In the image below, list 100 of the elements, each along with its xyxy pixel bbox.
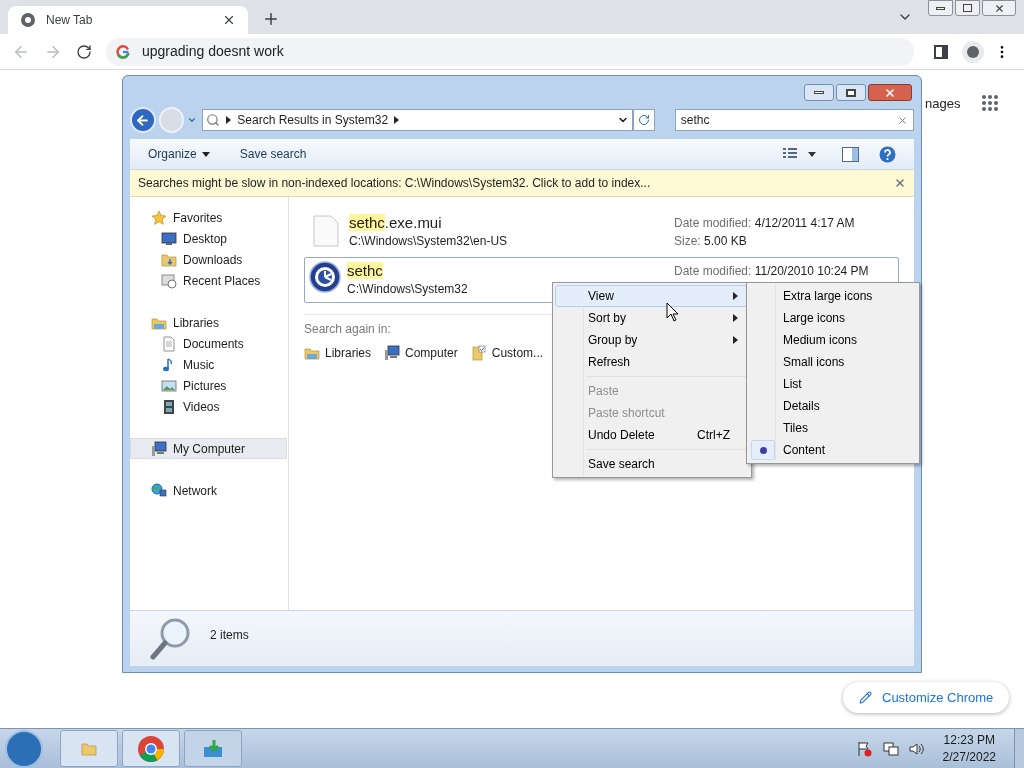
file-name: sethc.exe.mui <box>349 213 442 233</box>
menu-item[interactable]: Refresh <box>555 351 749 373</box>
network-icon <box>151 482 167 499</box>
minimize-button[interactable] <box>928 0 953 16</box>
file-icon <box>313 215 339 247</box>
search-location-link[interactable]: Libraries <box>304 344 372 362</box>
nav-item[interactable]: Desktop <box>130 228 287 249</box>
computer-icon <box>151 440 167 457</box>
install-arrow-icon <box>202 738 224 759</box>
computer-icon <box>384 345 401 361</box>
menu-item[interactable]: View <box>555 285 749 307</box>
history-dropdown-icon <box>187 115 198 125</box>
program-icon <box>309 261 341 293</box>
menu-item[interactable]: Small icons <box>749 351 917 373</box>
recent-places-icon <box>161 272 177 289</box>
taskbar-button[interactable] <box>184 730 242 767</box>
date-modified: Date modified: 4/12/2011 4:17 AM <box>674 215 856 232</box>
nav-item[interactable]: Downloads <box>130 249 287 270</box>
search-icon <box>206 113 221 127</box>
profile-icon[interactable] <box>962 40 984 63</box>
preview-pane-icon <box>842 146 859 162</box>
file-path: C:\Windows\System32\en-US <box>349 233 508 249</box>
search-field[interactable]: sethc <box>674 109 914 131</box>
menu-item[interactable]: Sort by <box>555 307 749 329</box>
view-options-icon <box>782 147 816 161</box>
address-bar[interactable]: Search Results in System32 <box>202 109 634 131</box>
search-location-link[interactable]: Computer <box>384 344 458 362</box>
close-icon <box>884 86 896 99</box>
star-icon <box>151 209 167 226</box>
nav-item[interactable]: Pictures <box>130 375 287 396</box>
nav-item[interactable]: Videos <box>130 396 287 417</box>
back-button[interactable] <box>130 107 156 133</box>
close-icon <box>894 177 906 189</box>
close-button[interactable] <box>868 84 912 101</box>
clear-icon <box>897 114 908 126</box>
date-modified: Date modified: 11/20/2010 10:24 PM <box>674 263 870 280</box>
chrome-logo-icon <box>137 734 165 763</box>
nav-item[interactable]: Favorites <box>130 207 287 228</box>
menu-item[interactable]: Details <box>749 395 917 417</box>
browser-tab[interactable]: New Tab <box>8 6 248 34</box>
menu-item[interactable]: Undo Delete Ctrl+Z <box>555 424 749 446</box>
omnibox[interactable]: upgrading doesnt work <box>106 37 914 66</box>
refresh-icon <box>637 114 650 126</box>
breadcrumb-arrow-icon <box>394 116 400 124</box>
close-tab-icon <box>222 13 236 27</box>
restore-button[interactable] <box>955 0 980 16</box>
action-center-flag-icon <box>856 740 873 757</box>
help-icon <box>879 145 896 163</box>
nav-item[interactable]: My Computer <box>130 438 287 459</box>
new-tab-icon <box>262 10 280 28</box>
clock-time: 12:23 PM <box>943 731 995 749</box>
file-size: Size: 5.00 KB <box>674 233 748 250</box>
breadcrumb-item[interactable]: Search Results in System32 <box>237 111 389 129</box>
menu-item[interactable]: Large icons <box>749 307 917 329</box>
toolbar-button[interactable]: Organize <box>148 145 210 163</box>
nav-item[interactable]: Network <box>130 480 287 501</box>
reload-button[interactable] <box>76 43 92 60</box>
folder-checklist-icon <box>470 345 487 361</box>
mouse-pointer-icon <box>666 302 679 322</box>
chrome-logo-icon <box>20 12 36 28</box>
network-status-icon <box>882 740 899 757</box>
document-icon <box>161 335 177 352</box>
file-name: sethc <box>347 261 383 281</box>
menu-item[interactable]: Save search <box>555 453 749 475</box>
start-button[interactable] <box>5 729 43 768</box>
speaker-icon <box>908 740 925 757</box>
menu-item[interactable]: Content <box>749 439 917 461</box>
magnifier-icon <box>150 616 192 660</box>
taskbar-button[interactable] <box>122 730 180 767</box>
close-icon <box>993 2 1005 14</box>
minimize-button[interactable] <box>804 84 834 101</box>
menu-item[interactable]: Tiles <box>749 417 917 439</box>
menu-item[interactable]: List <box>749 373 917 395</box>
google-logo-icon <box>116 44 130 59</box>
picture-icon <box>161 377 177 394</box>
maximize-button[interactable] <box>836 84 866 101</box>
apps-grid-icon <box>981 94 999 112</box>
nav-item[interactable]: Music <box>130 354 287 375</box>
nav-item[interactable]: Documents <box>130 333 287 354</box>
toolbar-button[interactable]: Save search <box>239 145 307 163</box>
libraries-icon <box>304 345 320 361</box>
refresh-button[interactable] <box>633 109 655 131</box>
menu-item[interactable]: Group by <box>555 329 749 351</box>
images-link[interactable]: nages <box>925 94 961 114</box>
file-path: C:\Windows\System32 <box>347 281 468 297</box>
clock-date: 2/27/2022 <box>942 748 996 766</box>
maximize-icon <box>846 88 856 97</box>
folder-download-icon <box>161 251 177 268</box>
pencil-icon <box>859 691 872 704</box>
search-location-link[interactable]: Custom... <box>470 344 544 362</box>
menu-item[interactable]: Medium icons <box>749 329 917 351</box>
nav-item[interactable]: Recent Places <box>130 270 287 291</box>
film-icon <box>161 398 177 415</box>
minimize-icon <box>814 91 824 94</box>
result-item[interactable]: sethc.exe.mui C:\Windows\System32\en-US Date modified: 4/12/2011 4:17 AM Size: 5.00 KB <box>304 209 899 255</box>
section-label: Search again in: <box>304 322 391 336</box>
breadcrumb-arrow-icon <box>226 116 232 124</box>
customize-chrome-button[interactable]: Customize Chrome <box>843 682 1010 713</box>
nav-item[interactable]: Libraries <box>130 312 287 333</box>
folder-icon <box>81 740 97 757</box>
